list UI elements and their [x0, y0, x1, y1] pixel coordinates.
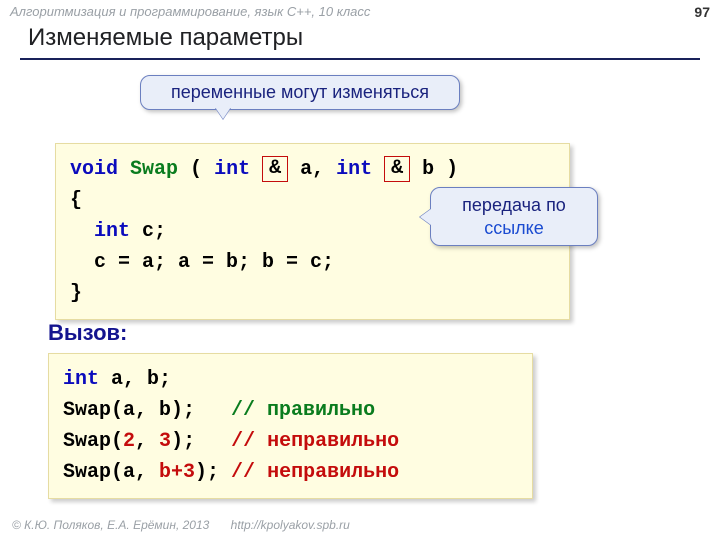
footer-url: http://kpolyakov.spb.ru — [231, 518, 350, 532]
l4-cmt: неправильно — [267, 461, 399, 484]
l4-post: ); — [195, 461, 231, 484]
page-title: Изменяемые параметры — [28, 24, 303, 52]
l4-pre: Swap(a, — [63, 461, 159, 484]
kw-int-1: int — [214, 158, 250, 181]
breadcrumb: Алгоритмизация и программирование, язык … — [10, 4, 710, 19]
kw-int-c: int — [70, 220, 130, 243]
l4-expr: b+3 — [159, 461, 195, 484]
brace-open: { — [70, 189, 82, 212]
callout-pointer-left — [420, 209, 431, 225]
l2-cmt: правильно — [267, 399, 375, 422]
kw-void: void — [70, 158, 118, 181]
callout-vars-change-text: переменные могут изменяться — [171, 82, 429, 102]
callout-by-ref-line1: передача по — [462, 195, 566, 215]
decl-tail: c; — [130, 220, 166, 243]
brace-close: } — [70, 282, 82, 305]
l3-mid: , — [135, 430, 159, 453]
l3-cmt: неправильно — [267, 430, 399, 453]
l3-slashes: // — [231, 430, 267, 453]
callout-by-ref: передача по ссылке — [430, 187, 598, 246]
breadcrumb-text: Алгоритмизация и программирование, язык … — [10, 4, 370, 19]
ampersand-box-1: & — [262, 156, 288, 182]
l3-n1: 2 — [123, 430, 135, 453]
param-b: b ) — [410, 158, 458, 181]
footer-copyright: © К.Ю. Поляков, Е.А. Ерёмин, 2013 — [12, 518, 209, 532]
kw-int-2: int — [336, 158, 372, 181]
l3-pre: Swap( — [63, 430, 123, 453]
callout-vars-change: переменные могут изменяться — [140, 75, 460, 110]
callout-by-ref-line2: ссылке — [484, 218, 544, 238]
title-underline — [20, 58, 700, 60]
paren-open: ( — [178, 158, 214, 181]
kw-int-ab: int — [63, 368, 99, 391]
l1-tail: a, b; — [99, 368, 171, 391]
l3-post: ); — [171, 430, 231, 453]
l4-slashes: // — [231, 461, 267, 484]
l2-slashes: // — [231, 399, 267, 422]
code-block-calls: int a, b; Swap(a, b); // правильно Swap(… — [48, 353, 533, 499]
callout-pointer-down — [215, 107, 231, 119]
l2-call: Swap(a, b); — [63, 399, 231, 422]
subheader-call: Вызов: — [48, 320, 127, 346]
footer: © К.Ю. Поляков, Е.А. Ерёмин, 2013 http:/… — [12, 518, 350, 532]
page-number: 97 — [694, 4, 710, 20]
fn-swap: Swap — [130, 158, 178, 181]
l3-n2: 3 — [159, 430, 171, 453]
swap-body: c = a; a = b; b = c; — [70, 251, 334, 274]
param-a: a, — [288, 158, 336, 181]
ampersand-box-2: & — [384, 156, 410, 182]
